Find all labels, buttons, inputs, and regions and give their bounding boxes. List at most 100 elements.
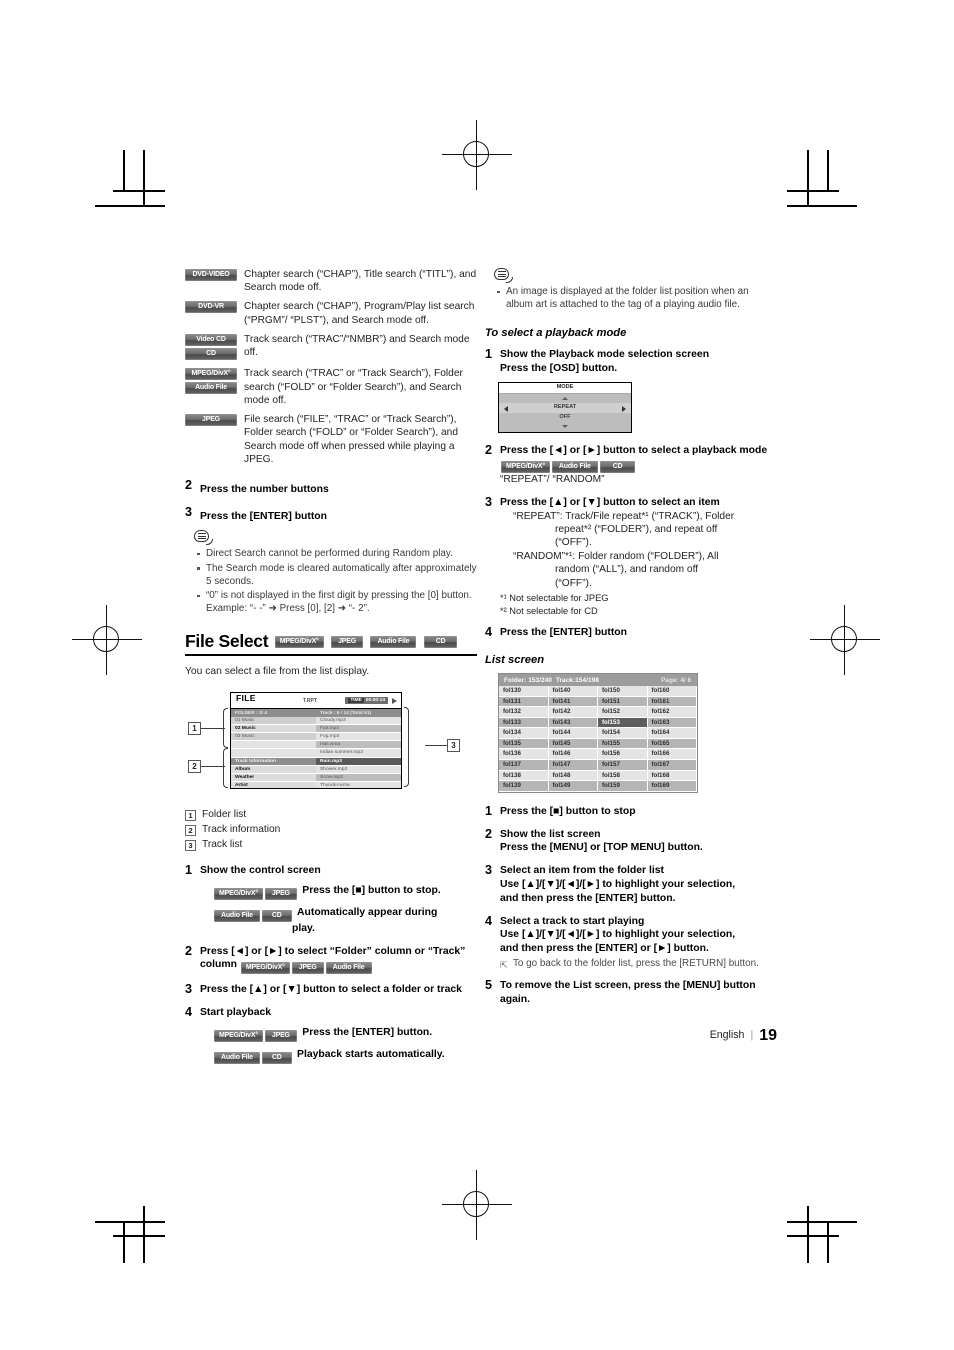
folder-item[interactable]: 01 Music [231,717,316,726]
registration-mark-bottom [442,1170,512,1240]
list-column: fol130 fol131 fol132 fol133 fol134 fol13… [499,685,549,792]
arrow-left-icon[interactable] [504,405,508,412]
file-select-intro: You can select a file from the list disp… [185,666,370,678]
callout-3: 3 [447,739,460,753]
list-cell[interactable]: fol168 [647,770,697,782]
random-option-line-2: random (“ALL”), and random off [555,564,699,576]
brace-track-info [223,748,228,789]
playback-mode-screen-figure: MODE REPEAT OFF [498,382,632,433]
step-line-text: Press the [OSD] button. [500,363,618,375]
list-cell[interactable]: fol141 [548,696,598,708]
list-cell[interactable]: fol162 [647,707,697,718]
list-screen-grid: fol130 fol131 fol132 fol133 fol134 fol13… [499,685,697,792]
list-cell-selected[interactable]: fol153 [598,717,648,729]
list-cell[interactable]: fol143 [548,717,598,729]
track-list-column: Cloudy.mp3 Fair.mp3 Fog.mp3 Hail.wma Ind… [316,717,401,789]
list-cell[interactable]: fol156 [598,749,648,761]
step-title: To remove the List screen, press the [ME… [500,980,756,1006]
crop-mark-bottom-right [752,1178,857,1263]
list-cell[interactable]: fol134 [499,728,549,739]
list-cell[interactable]: fol157 [598,760,648,771]
list-cell[interactable]: fol169 [647,781,697,792]
list-cell[interactable]: fol133 [499,717,549,729]
list-cell[interactable]: fol163 [647,717,697,729]
format-badges: MPEG/DivX° Audio File [185,367,244,396]
list-cell[interactable]: fol144 [548,728,598,739]
track-item[interactable]: Shower.mp3 [316,765,401,774]
list-cell[interactable]: fol130 [499,685,549,697]
folder-item-empty [231,741,316,750]
list-cell[interactable]: fol152 [598,707,648,718]
file-screen-title: FILE [236,693,256,704]
mode-item-row[interactable]: REPEAT [499,403,631,413]
step-number: 4 [485,625,493,640]
track-item[interactable]: Thunder.wma [316,781,401,789]
right-column: An image is displayed at the folder list… [485,268,777,1044]
step-hint: ⇱ To go back to the folder list, press t… [500,957,777,970]
list-cell[interactable]: fol145 [548,738,598,750]
list-cell[interactable]: fol149 [548,781,598,792]
list-cell[interactable]: fol164 [647,728,697,739]
list-cell[interactable]: fol146 [548,749,598,761]
mode-scroll-up[interactable] [499,393,631,403]
note-example: Example: “- -” ➜ Press [0], [2] ➜ “- 2”. [206,603,370,615]
list-cell[interactable]: fol154 [598,728,648,739]
page-counter: Page: 4/ 6 [661,676,691,684]
file-screen-titlebar: FILE T.RPT TIME 00:00:14 [231,693,401,710]
track-item[interactable]: Fair.mp3 [316,725,401,734]
list-cell[interactable]: fol159 [598,781,648,792]
badge-jpeg: JPEG [331,636,363,649]
list-cell[interactable]: fol131 [499,696,549,708]
step-number: 3 [185,982,193,997]
step-line: MPEG/DivX° JPEG Press the [■] button to s… [200,880,477,900]
list-cell[interactable]: fol132 [499,707,549,718]
mode-value-row[interactable]: OFF [499,412,631,422]
list-cell[interactable]: fol165 [647,738,697,750]
list-cell[interactable]: fol142 [548,707,598,718]
mode-scroll-down[interactable] [499,422,631,432]
list-cell[interactable]: fol136 [499,749,549,761]
track-item[interactable]: Indian summer.mp3 [316,749,401,758]
folder-item[interactable]: 03 Music [231,733,316,742]
list-cell[interactable]: fol150 [598,685,648,697]
repeat-option-line-2: repeat*² (“FOLDER”), and repeat off [555,523,718,535]
list-header-left: Folder: 153/240 Track:154/198 [504,677,599,684]
track-item[interactable]: Hail.wma [316,741,401,750]
format-description: File search (“FILE”, “TRAC” or “Track Se… [244,413,459,466]
list-cell[interactable]: fol148 [548,770,598,782]
list-cell[interactable]: fol139 [499,781,549,792]
step-press-enter-button: 3 Press the [ENTER] button [185,505,477,524]
badge-dvd-video: DVD-VIDEO [185,269,237,281]
list-cell[interactable]: fol140 [548,685,598,697]
list-cell[interactable]: fol167 [647,760,697,771]
track-item[interactable]: Snow.mp3 [316,773,401,782]
registration-mark-left [72,605,142,675]
folder-item-empty [231,749,316,758]
step-title: Start playback [200,1007,272,1019]
step-line-text: Use [▲]/[▼]/[◄]/[►] to highlight your se… [500,879,736,891]
badge-mpeg-divx: MPEG/DivX° [214,887,263,900]
badge-mpeg-divx: MPEG/DivX° [214,1030,263,1043]
track-item[interactable]: Cloudy.mp3 [316,717,401,726]
list-cell[interactable]: fol155 [598,738,648,750]
list-cell[interactable]: fol151 [598,696,648,708]
track-item[interactable]: Fog.mp3 [316,733,401,742]
list-cell[interactable]: fol158 [598,770,648,782]
arrow-right-icon[interactable] [622,405,626,412]
list-cell[interactable]: fol137 [499,760,549,771]
step-select-folder-or-track: 3 Press the [▲] or [▼] button to select … [185,982,477,997]
folder-item-selected[interactable]: 02 Music [231,725,316,734]
track-item-selected[interactable]: Rain.mp3 [316,757,401,766]
leader-line [201,728,225,730]
badge-jpeg: JPEG [291,962,324,975]
list-cell[interactable]: fol160 [647,685,697,697]
step-line-text: Press the [■] button to stop. [302,884,441,896]
list-cell[interactable]: fol147 [548,760,598,771]
list-cell[interactable]: fol166 [647,749,697,761]
list-cell[interactable]: fol138 [499,770,549,782]
callout-1: 1 [188,722,201,736]
list-cell[interactable]: fol161 [647,696,697,708]
step-line-text: and then press the [ENTER] or [►] button… [500,943,709,955]
list-cell[interactable]: fol135 [499,738,549,750]
step-number: 3 [185,505,193,520]
